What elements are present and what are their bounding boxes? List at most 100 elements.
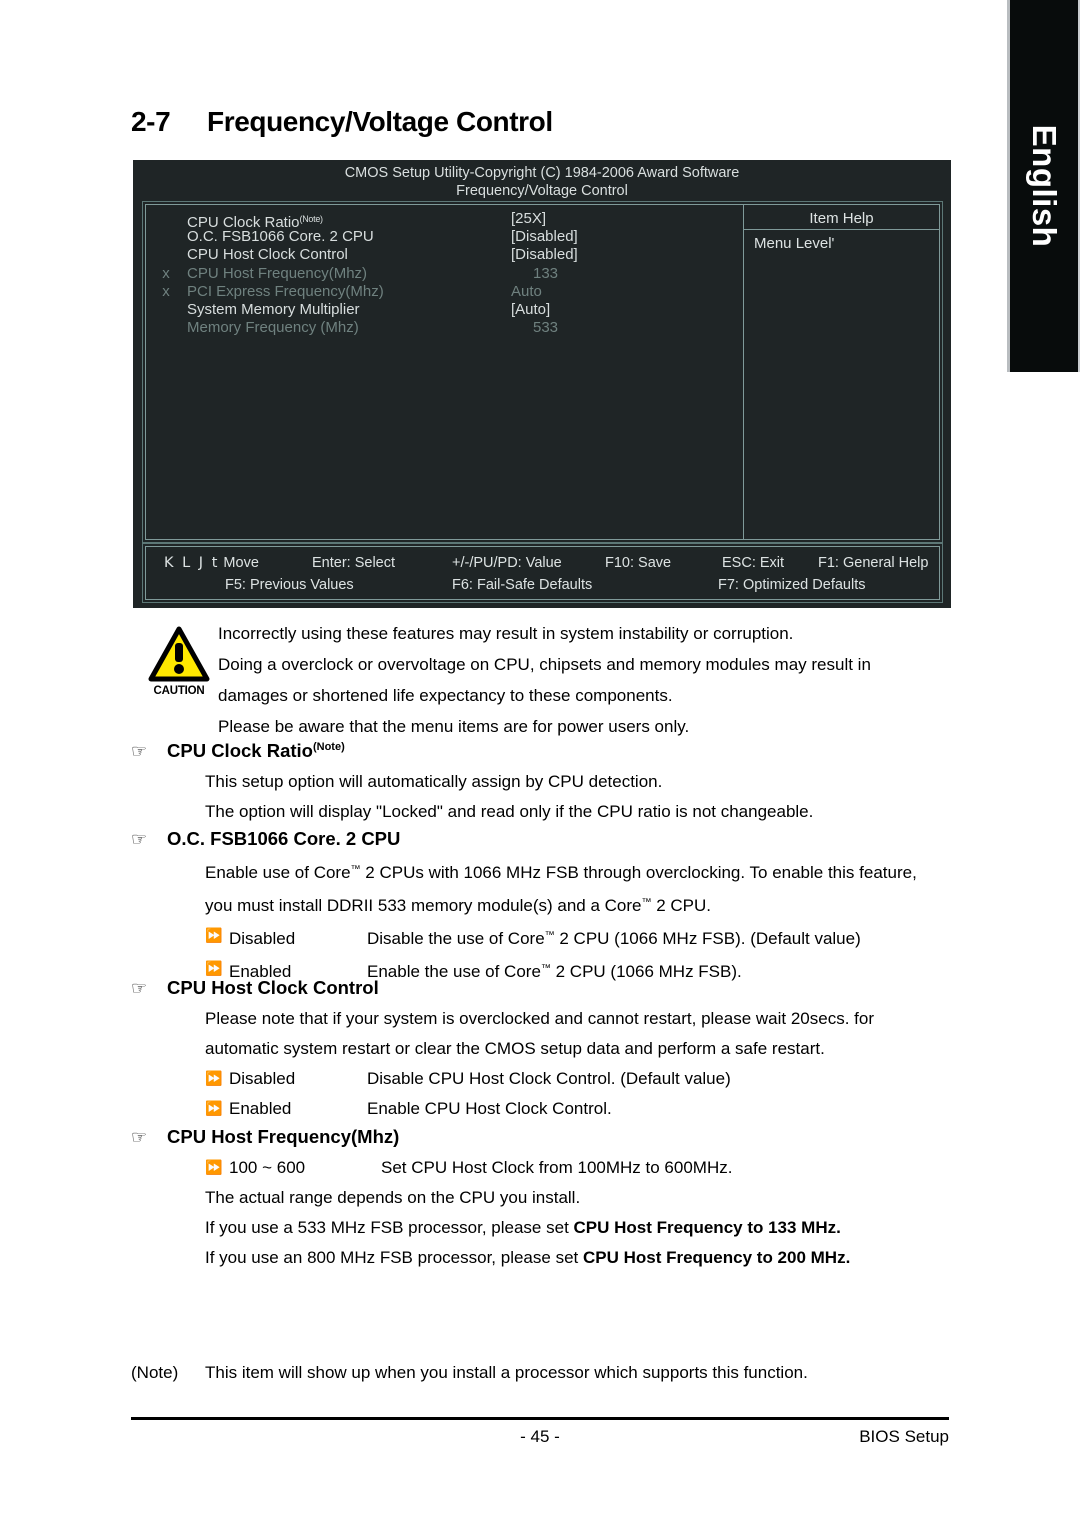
bios-row-value: [Disabled] <box>511 228 578 246</box>
footnote-tag: (Note) <box>131 1363 179 1382</box>
bios-row[interactable]: O.C. FSB1066 Core. 2 CPU [Disabled] <box>146 228 743 246</box>
section-heading-text: CPU Host Clock Control <box>167 977 379 998</box>
option-description: Enable CPU Host Clock Control. <box>367 1099 612 1118</box>
body-line: This setup option will automatically ass… <box>205 772 663 791</box>
bios-title-line-2: Frequency/Voltage Control <box>456 183 628 199</box>
bios-row-marker: x <box>162 282 170 300</box>
option-description: Disable the use of Core™ 2 CPU (1066 MHz… <box>367 929 861 948</box>
footnote: (Note) This item will show up when you in… <box>131 1360 961 1386</box>
section-body: This setup option will automatically ass… <box>205 767 961 827</box>
body-line: If you use a 533 MHz FSB processor, plea… <box>205 1218 841 1237</box>
section-cpu-host-clock-control: ☞ CPU Host Clock Control Please note that… <box>131 973 961 1124</box>
caution-line: Incorrectly using these features may res… <box>218 624 794 643</box>
bios-row-label: CPU Host Clock Control <box>187 246 348 264</box>
bios-row-note-sup: (Note) <box>299 214 324 224</box>
double-arrow-icon: ⏩ <box>205 928 223 944</box>
section-cpu-clock-ratio: ☞ CPU Clock Ratio(Note) This setup option… <box>131 732 961 827</box>
bios-row-value: 133 <box>533 264 559 282</box>
key-f1-general-help: F1: General Help <box>818 555 929 571</box>
bios-row-label: System Memory Multiplier <box>187 300 360 318</box>
option-row: ⏩ Disabled Disable CPU Host Clock Control.… <box>205 1064 961 1094</box>
caution-icon: CAUTION <box>142 626 216 697</box>
section-body: ⏩ 100 ~ 600 Set CPU Host Clock from 100MHz… <box>205 1153 961 1183</box>
key-f6-failsafe-defaults: F6: Fail-Safe Defaults <box>452 577 593 593</box>
option-name: Enabled <box>229 1099 292 1118</box>
bios-row-value: [Disabled] <box>511 246 578 264</box>
section-oc-fsb1066: ☞ O.C. FSB1066 Core. 2 CPU Enable use of … <box>131 824 961 987</box>
emphasis-text: CPU Host Frequency to 133 MHz. <box>573 1218 841 1237</box>
bios-menu-level-text: Menu Level' <box>754 235 835 252</box>
bios-row-value: [Auto] <box>511 300 551 318</box>
trademark-symbol: ™ <box>350 864 361 875</box>
body-line: you must install DDRII 533 memory module… <box>205 896 712 915</box>
section-cpu-host-frequency: ☞ CPU Host Frequency(Mhz) ⏩ 100 ~ 600 Set C… <box>131 1122 961 1273</box>
key-f5-previous-values: F5: Previous Values <box>225 577 354 593</box>
option-name: 100 ~ 600 <box>229 1158 306 1177</box>
caution-block: CAUTION Incorrectly using these features… <box>142 618 962 742</box>
body-line: automatic system restart or clear the CM… <box>205 1039 825 1058</box>
caution-line: Doing a overclock or overvoltage on CPU,… <box>218 655 871 674</box>
body-line: Please note that if your system is overc… <box>205 1009 875 1028</box>
section-heading-text: CPU Clock Ratio <box>167 740 313 761</box>
double-arrow-icon: ⏩ <box>205 1160 223 1176</box>
option-description: Set CPU Host Clock from 100MHz to 600MHz… <box>381 1158 733 1177</box>
bios-title-bar: CMOS Setup Utility-Copyright (C) 1984-20… <box>133 160 951 200</box>
body-line: The option will display "Locked" and rea… <box>205 802 814 821</box>
section-heading-text: CPU Host Frequency(Mhz) <box>167 1126 400 1147</box>
section-heading-text: O.C. FSB1066 Core. 2 CPU <box>167 828 401 849</box>
trademark-symbol: ™ <box>641 897 652 908</box>
pointing-hand-icon: ☞ <box>131 978 148 999</box>
key-f7-optimized-defaults: F7: Optimized Defaults <box>718 577 866 593</box>
option-row: ⏩ Disabled Disable the use of Core™ 2 CPU … <box>205 921 961 954</box>
bios-settings-list: CPU Clock Ratio(Note) [25X] O.C. FSB1066… <box>146 205 743 539</box>
key-enter-select: Enter: Select <box>312 555 396 571</box>
section-number: 2-7 <box>131 106 171 137</box>
body-line: If you use an 800 MHz FSB processor, ple… <box>205 1248 851 1267</box>
section-title: Frequency/Voltage Control <box>207 106 553 137</box>
section-body: Enable use of Core™ 2 CPUs with 1066 MHz… <box>205 855 961 987</box>
bios-row-label: PCI Express Frequency(Mhz) <box>187 282 384 300</box>
bios-main-frame: CPU Clock Ratio(Note) [25X] O.C. FSB1066… <box>145 204 940 540</box>
bios-row-label: CPU Host Frequency(Mhz) <box>187 264 368 282</box>
section-heading: ☞ CPU Host Frequency(Mhz) <box>131 1122 961 1153</box>
bios-row-label: O.C. FSB1066 Core. 2 CPU <box>187 228 374 246</box>
page-title: 2-7 Frequency/Voltage Control <box>131 106 553 138</box>
bios-row-value: Auto <box>511 282 542 300</box>
pointing-hand-icon: ☞ <box>131 741 148 762</box>
option-description: Disable CPU Host Clock Control. (Default… <box>367 1069 731 1088</box>
pointing-hand-icon: ☞ <box>131 829 148 850</box>
bios-row: Memory Frequency (Mhz) 533 <box>146 319 743 337</box>
pointing-hand-icon: ☞ <box>131 1127 148 1148</box>
emphasis-text: CPU Host Frequency to 200 MHz. <box>582 1248 851 1267</box>
bios-key-legend-row-2: F5: Previous Values F6: Fail-Safe Defaul… <box>146 574 939 596</box>
bios-row[interactable]: System Memory Multiplier [Auto] <box>146 301 743 319</box>
bios-row: x CPU Host Frequency(Mhz) 133 <box>146 265 743 283</box>
option-name: Disabled <box>229 1069 296 1088</box>
bios-key-legend-row-1: K L J t Move Enter: Select +/-/PU/PD: Va… <box>146 552 939 574</box>
bios-row-label: Memory Frequency (Mhz) <box>187 319 359 337</box>
bios-row[interactable]: CPU Clock Ratio(Note) [25X] <box>146 210 743 231</box>
footnote-text: This item will show up when you install … <box>205 1363 808 1382</box>
bios-row-value: [25X] <box>511 210 547 227</box>
trademark-symbol: ™ <box>544 930 555 941</box>
section-body-extra: The actual range depends on the CPU you … <box>205 1183 961 1273</box>
footer-divider <box>131 1417 949 1420</box>
bios-title-line-1: CMOS Setup Utility-Copyright (C) 1984-20… <box>344 165 740 181</box>
language-tab-english: English <box>1007 0 1080 372</box>
key-move: K L J t Move <box>164 555 259 571</box>
bios-row-marker: x <box>162 264 170 282</box>
page-number: - 45 - <box>520 1427 560 1446</box>
key-esc-exit: ESC: Exit <box>722 555 785 571</box>
section-body: Please note that if your system is overc… <box>205 1004 961 1124</box>
language-tab-edge <box>1007 0 1010 372</box>
section-heading: ☞ CPU Host Clock Control <box>131 973 961 1004</box>
section-heading: ☞ CPU Clock Ratio(Note) <box>131 732 961 767</box>
bios-item-help-title: Item Help <box>744 205 939 230</box>
key-value: +/-/PU/PD: Value <box>452 555 562 571</box>
option-name: Disabled <box>229 929 296 948</box>
caution-text: Incorrectly using these features may res… <box>218 618 962 742</box>
double-arrow-icon: ⏩ <box>205 1101 223 1117</box>
bios-row[interactable]: CPU Host Clock Control [Disabled] <box>146 246 743 264</box>
bios-setup-screenshot: CMOS Setup Utility-Copyright (C) 1984-20… <box>133 160 951 608</box>
option-row: ⏩ Enabled Enable CPU Host Clock Control. <box>205 1094 961 1124</box>
